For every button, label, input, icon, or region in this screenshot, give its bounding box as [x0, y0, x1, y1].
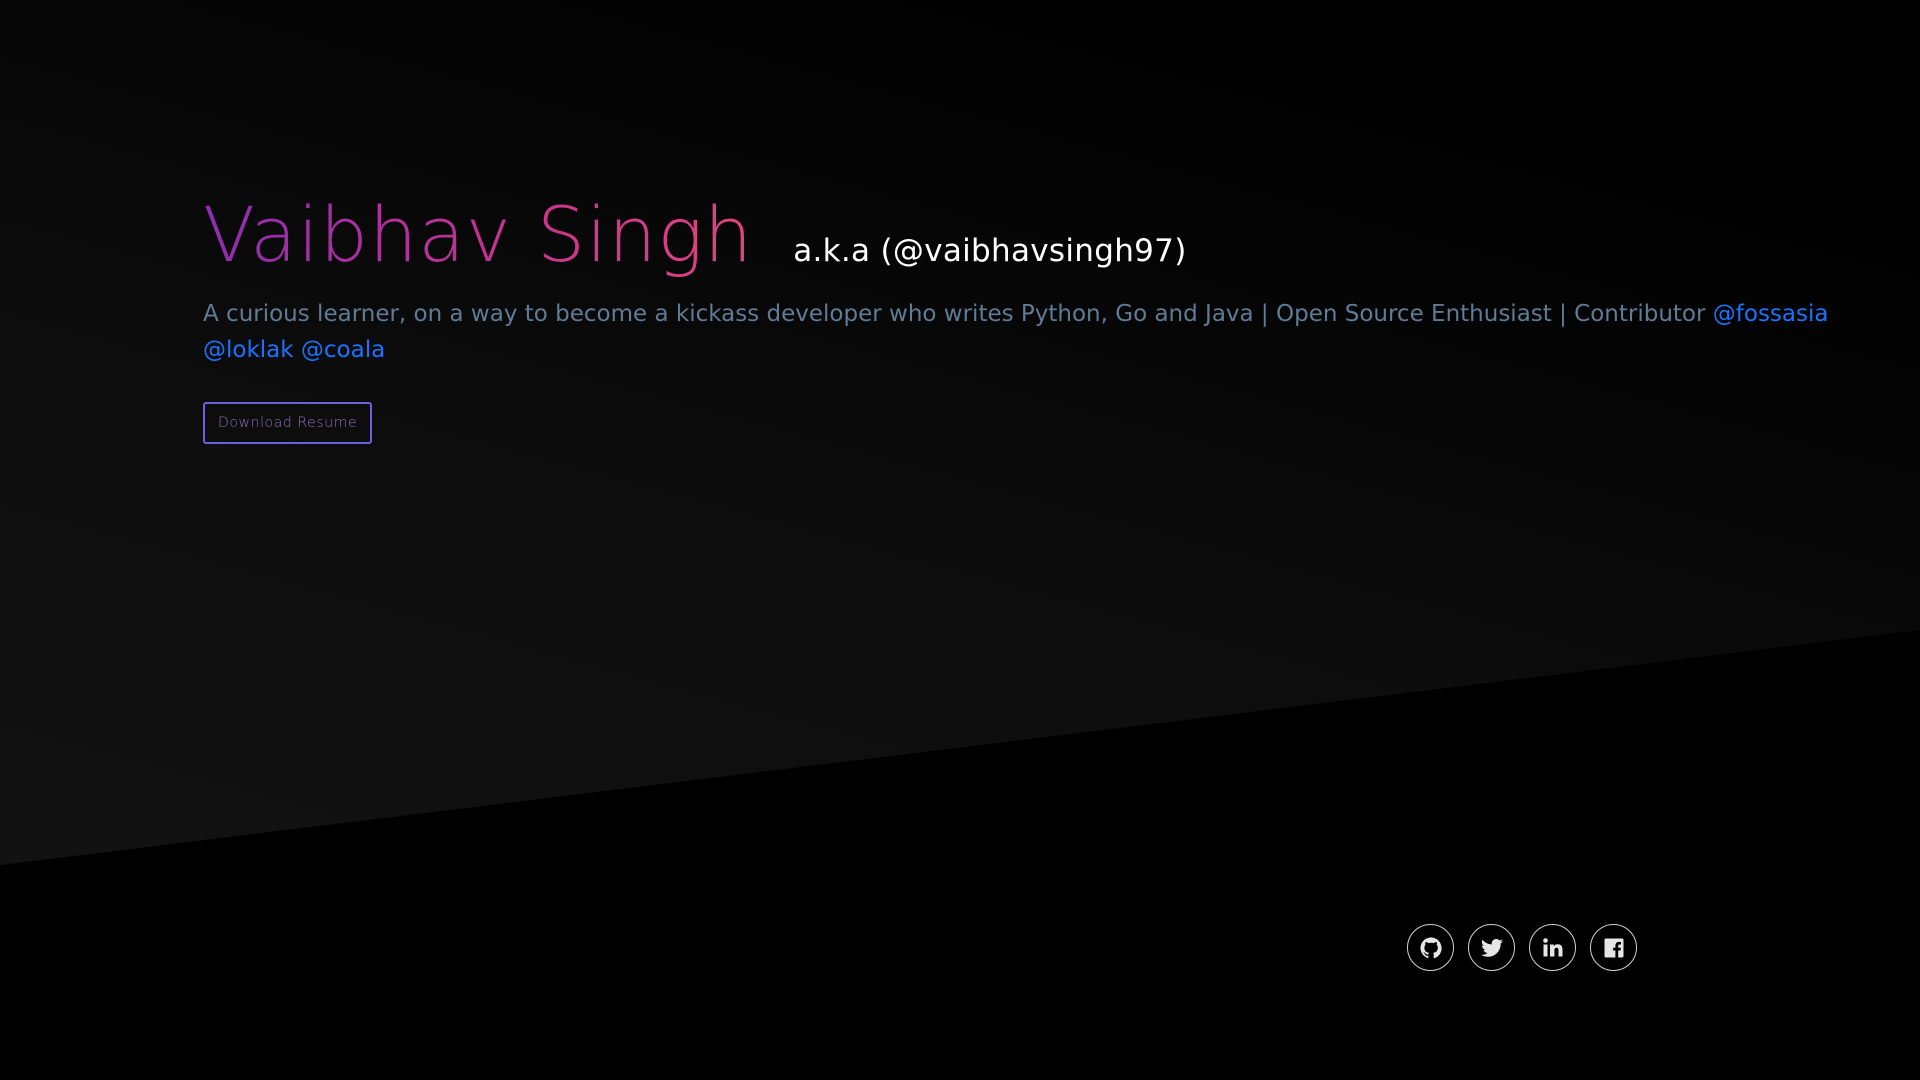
twitter-icon [1480, 938, 1503, 957]
hero-name: Vaibhav Singh [203, 190, 754, 279]
github-icon [1420, 937, 1442, 958]
link-coala[interactable]: @coala [301, 337, 385, 363]
title-row: Vaibhav Singh a.k.a (@vaibhavsingh97) [203, 190, 1893, 280]
link-loklak[interactable]: @loklak [203, 337, 294, 363]
link-fossasia[interactable]: @fossasia [1713, 301, 1829, 327]
download-resume-button[interactable]: Download Resume [203, 402, 373, 444]
facebook-icon [1604, 938, 1623, 957]
hero-aka: a.k.a (@vaibhavsingh97) [793, 233, 1187, 269]
linkedin-button[interactable] [1529, 924, 1576, 971]
hero-tagline: A curious learner, on a way to become a … [203, 296, 1883, 368]
linkedin-icon [1542, 937, 1562, 956]
github-button[interactable] [1407, 924, 1454, 971]
facebook-button[interactable] [1590, 924, 1637, 971]
background-slant [0, 0, 1920, 865]
hero-section: Vaibhav Singh a.k.a (@vaibhavsingh97) A … [203, 190, 1893, 444]
twitter-button[interactable] [1468, 924, 1515, 971]
tagline-text: A curious learner, on a way to become a … [203, 301, 1706, 327]
social-links [1407, 924, 1637, 971]
